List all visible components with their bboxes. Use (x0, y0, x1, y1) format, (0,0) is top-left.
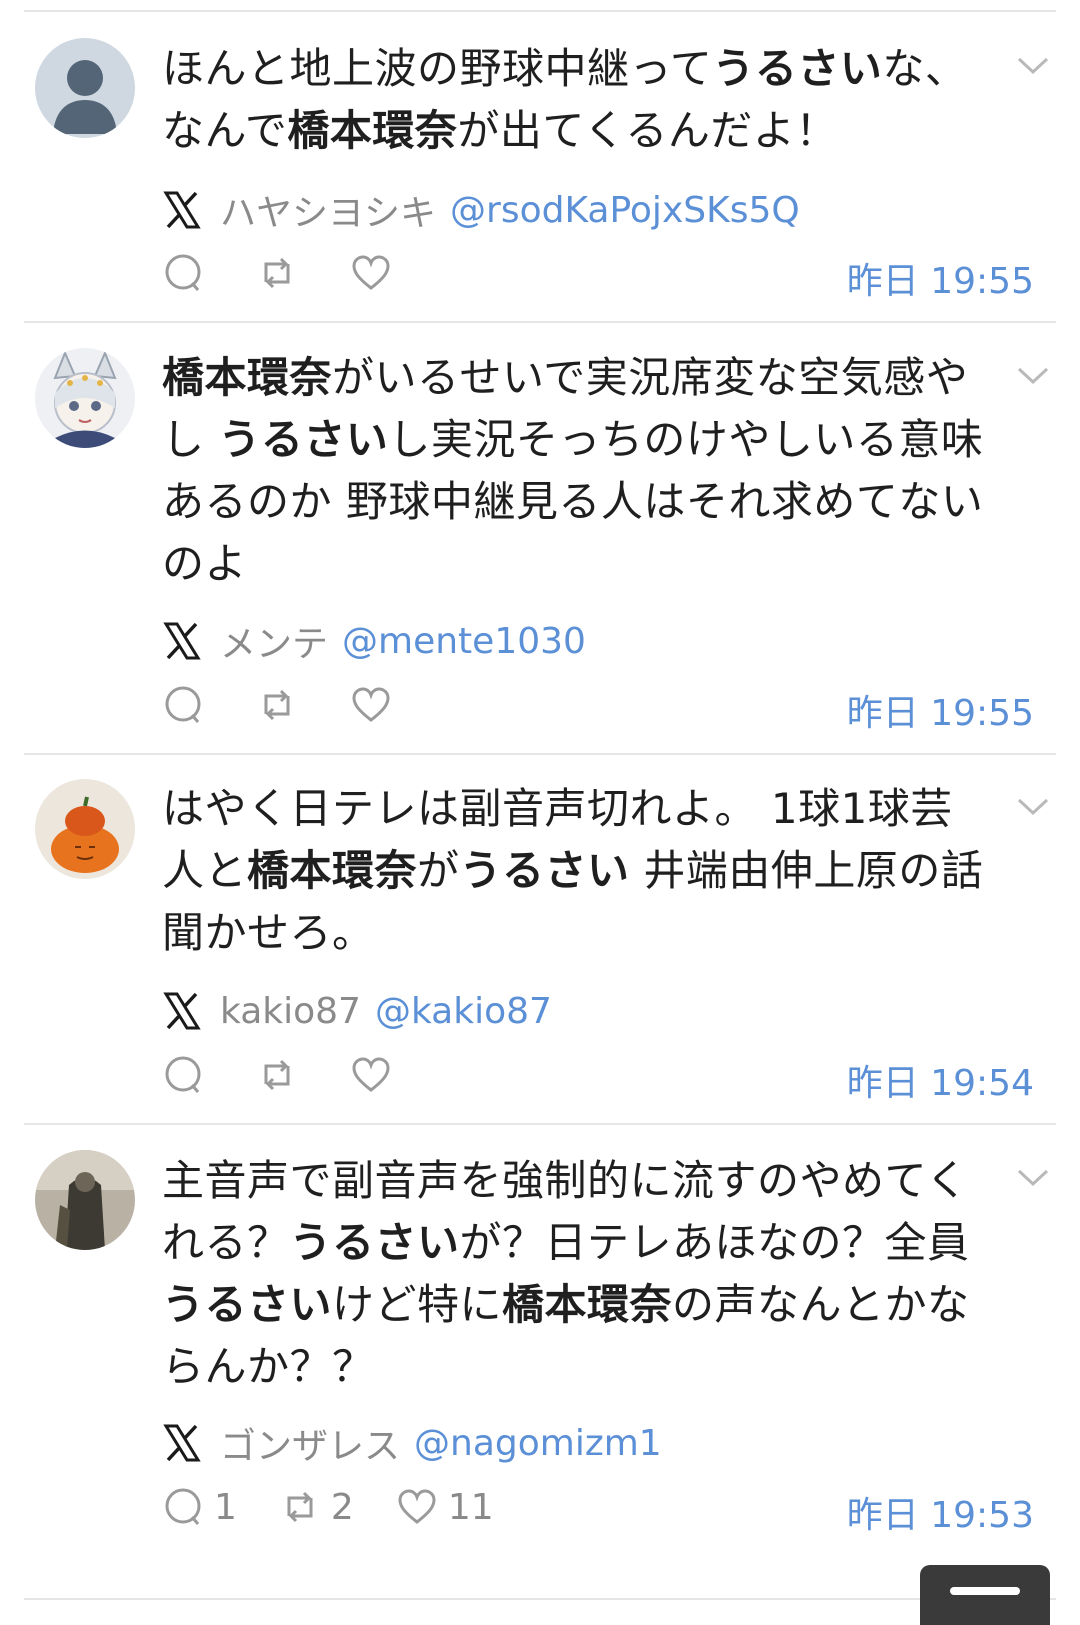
tweet-author: ゴンザレス @nagomizm1 (162, 1419, 662, 1467)
reply-button[interactable] (162, 684, 214, 726)
tweet-author: メンテ @mente1030 (162, 617, 586, 665)
default-person-avatar-icon (35, 38, 135, 138)
x-logo-icon[interactable] (162, 991, 202, 1031)
reply-count: 1 (214, 1486, 237, 1528)
tweet-timestamp[interactable]: 昨日 19:54 (847, 1054, 1034, 1106)
anime-character-avatar-icon (35, 348, 135, 448)
reply-button[interactable] (162, 1054, 214, 1096)
tweet-timestamp[interactable]: 昨日 19:55 (847, 252, 1034, 304)
chevron-down-icon[interactable] (1016, 796, 1050, 818)
x-logo-icon[interactable] (162, 621, 202, 661)
dark-photo-avatar-icon (35, 1150, 135, 1250)
highlighted-keyword: うるさい (162, 1280, 333, 1329)
tweet-timestamp[interactable]: 昨日 19:55 (847, 684, 1034, 736)
pumpkin-photo-avatar-icon (35, 779, 135, 879)
reply-bubble-icon (165, 254, 201, 291)
heart-icon (398, 1489, 436, 1524)
highlighted-keyword: 橋本環奈 (162, 353, 333, 402)
highlighted-keyword: 橋本環奈 (287, 106, 458, 155)
retweet-count: 2 (330, 1486, 354, 1528)
retweet-button[interactable] (256, 1054, 308, 1096)
highlighted-keyword: うるさい (459, 846, 630, 895)
x-logo-icon[interactable] (162, 1423, 202, 1463)
author-name[interactable]: メンテ (220, 615, 328, 667)
top-divider (24, 10, 1056, 12)
text-segment: が (417, 846, 460, 895)
tweet-text: ほんと地上波の野球中継ってうるさいな、なんで橋本環奈が出てくるんだよ！ (162, 38, 992, 162)
highlighted-keyword: うるさい (712, 44, 883, 93)
tweet-divider (24, 1598, 1056, 1600)
tweet-author: kakio87 @kakio87 (162, 987, 552, 1035)
retweet-icon (264, 1059, 290, 1091)
avatar[interactable] (35, 1150, 135, 1250)
like-button[interactable] (350, 1054, 402, 1096)
avatar[interactable] (35, 779, 135, 879)
author-handle[interactable]: @mente1030 (342, 621, 586, 662)
author-handle[interactable]: @rsodKaPojxSKs5Q (450, 190, 800, 231)
avatar[interactable] (35, 348, 135, 448)
reply-button[interactable] (162, 252, 214, 294)
tweet-text: 主音声で副音声を強制的に流すのやめてくれる？うるさいが？日テレあほなの？全員うる… (162, 1150, 992, 1398)
tweet-text: 橋本環奈がいるせいで実況席変な空気感やし うるさいし実況そっちのけやしいる意味あ… (162, 347, 992, 595)
tweet-divider (24, 753, 1056, 755)
reply-bubble-icon (165, 1488, 201, 1525)
like-count: 11 (447, 1486, 494, 1528)
reply-bubble-icon (165, 686, 201, 723)
retweet-button[interactable] (256, 684, 308, 726)
text-segment: ほんと地上波の野球中継って (162, 44, 713, 93)
x-logo-icon[interactable] (162, 190, 202, 230)
chevron-down-icon[interactable] (1016, 365, 1050, 387)
like-button[interactable]: 11 (396, 1486, 494, 1528)
tweet-author: ハヤシヨシキ @rsodKaPojxSKs5Q (162, 186, 800, 234)
tweet-actions (162, 1050, 444, 1100)
retweet-button[interactable] (256, 252, 308, 294)
author-name[interactable]: ハヤシヨシキ (220, 184, 436, 236)
highlighted-keyword: うるさい (218, 415, 389, 464)
text-segment: が？日テレあほなの？全員 (459, 1218, 970, 1267)
like-button[interactable] (350, 252, 402, 294)
scroll-to-top-icon (950, 1587, 1020, 1595)
retweet-button[interactable]: 2 (279, 1486, 354, 1528)
author-name[interactable]: kakio87 (220, 991, 361, 1032)
highlighted-keyword: うるさい (289, 1218, 460, 1267)
retweet-icon (264, 257, 290, 289)
author-name[interactable]: ゴンザレス (220, 1417, 400, 1469)
heart-icon (352, 687, 390, 722)
tweet-divider (24, 321, 1056, 323)
author-handle[interactable]: @kakio87 (375, 991, 552, 1032)
heart-icon (352, 1057, 390, 1092)
chevron-down-icon[interactable] (1016, 55, 1050, 77)
retweet-icon (287, 1491, 313, 1523)
retweet-icon (264, 689, 290, 721)
text-segment: が出てくるんだよ！ (457, 106, 838, 155)
tweet-divider (24, 1123, 1056, 1125)
chevron-down-icon[interactable] (1016, 1167, 1050, 1189)
tweet-actions: 1 2 11 (162, 1482, 536, 1532)
highlighted-keyword: 橋本環奈 (502, 1280, 673, 1329)
reply-button[interactable]: 1 (162, 1486, 237, 1528)
highlighted-keyword: 橋本環奈 (247, 846, 418, 895)
tweet-timestamp[interactable]: 昨日 19:53 (847, 1486, 1034, 1538)
tweet-text: はやく日テレは副音声切れよ。 1球1球芸人と橋本環奈がうるさい 井端由伸上原の話… (162, 778, 992, 964)
tweet-actions (162, 248, 444, 298)
tweet-actions (162, 680, 444, 730)
scroll-to-top-button[interactable] (920, 1565, 1050, 1625)
avatar[interactable] (35, 38, 135, 138)
text-segment: けど特に (332, 1280, 503, 1329)
heart-icon (352, 255, 390, 290)
reply-bubble-icon (165, 1056, 201, 1093)
like-button[interactable] (350, 684, 402, 726)
author-handle[interactable]: @nagomizm1 (414, 1423, 662, 1464)
